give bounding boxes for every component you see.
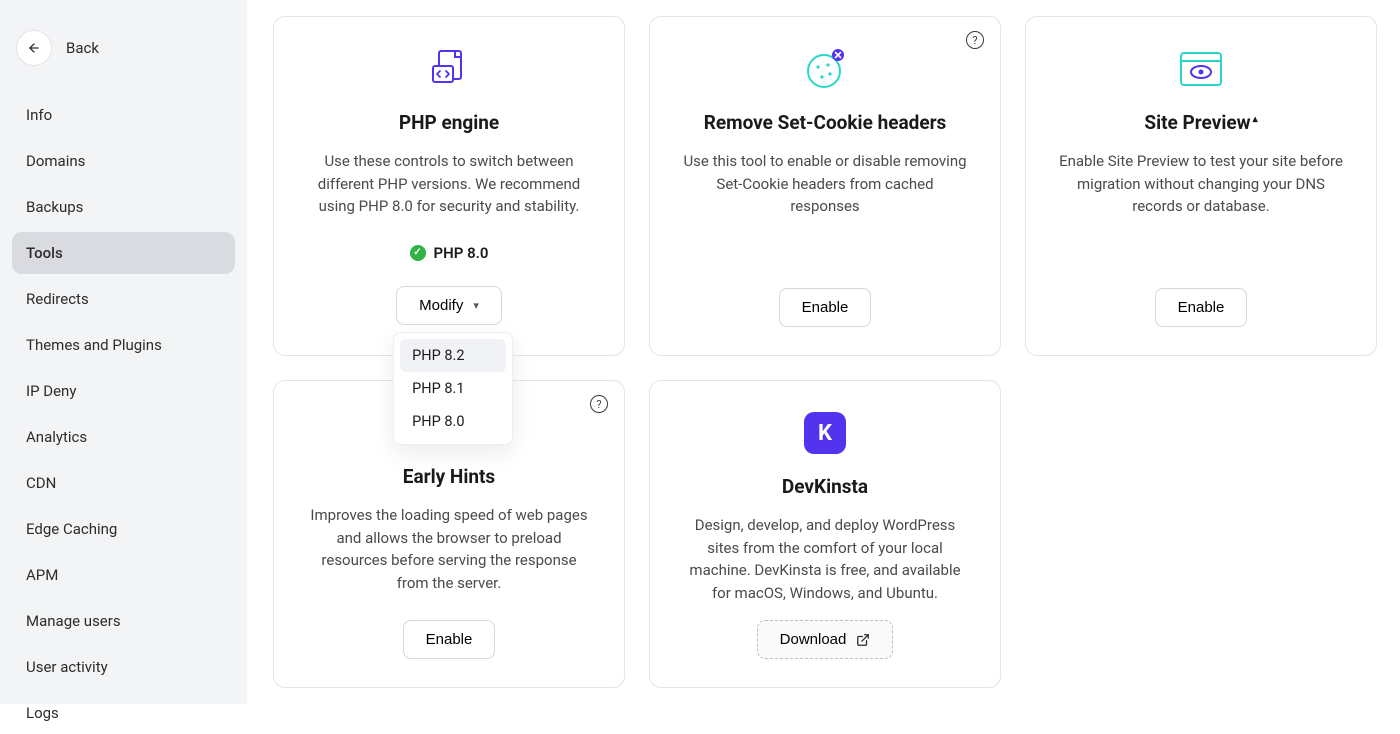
enable-button[interactable]: Enable <box>779 288 872 327</box>
dropdown-item-php-8-1[interactable]: PHP 8.1 <box>400 372 506 405</box>
card-devkinsta: K DevKinsta Design, develop, and deploy … <box>649 380 1001 688</box>
devkinsta-logo: K <box>804 411 846 455</box>
external-link-icon <box>856 633 870 647</box>
download-button-label: Download <box>780 631 847 648</box>
cookie-remove-icon <box>804 47 846 91</box>
help-icon[interactable]: ? <box>966 31 984 49</box>
download-button[interactable]: Download <box>757 620 894 659</box>
content: PHP engine Use these controls to switch … <box>247 0 1400 704</box>
card-php-engine: PHP engine Use these controls to switch … <box>273 16 625 356</box>
sidebar-item-tools[interactable]: Tools <box>12 232 235 274</box>
card-desc: Design, develop, and deploy WordPress si… <box>680 514 970 604</box>
sidebar-item-domains[interactable]: Domains <box>12 140 235 182</box>
dropdown-item-php-8-0[interactable]: PHP 8.0 <box>400 405 506 438</box>
card-site-preview: Site Preview▴ Enable Site Preview to tes… <box>1025 16 1377 356</box>
sidebar-item-info[interactable]: Info <box>12 94 235 136</box>
sidebar-item-edge-caching[interactable]: Edge Caching <box>12 508 235 550</box>
preview-eye-icon <box>1179 47 1223 91</box>
sidebar-item-apm[interactable]: APM <box>12 554 235 596</box>
sidebar-item-manage-users[interactable]: Manage users <box>12 600 235 642</box>
card-title: DevKinsta <box>782 475 868 498</box>
sidebar-item-redirects[interactable]: Redirects <box>12 278 235 320</box>
help-icon[interactable]: ? <box>590 395 608 413</box>
back-button[interactable] <box>16 30 52 66</box>
enable-button[interactable]: Enable <box>403 620 496 659</box>
card-desc: Use this tool to enable or disable remov… <box>680 150 970 218</box>
arrow-left-icon <box>27 41 41 55</box>
card-title: Early Hints <box>403 465 495 488</box>
php-version-dropdown: PHP 8.2 PHP 8.1 PHP 8.0 <box>393 332 513 445</box>
modify-button-label: Modify <box>419 297 463 314</box>
card-title: Site Preview▴ <box>1144 111 1257 134</box>
cards-grid: PHP engine Use these controls to switch … <box>273 16 1374 688</box>
modify-button[interactable]: Modify ▾ <box>396 286 502 325</box>
php-status-label: PHP 8.0 <box>434 244 489 262</box>
sidebar-item-user-activity[interactable]: User activity <box>12 646 235 688</box>
card-desc: Use these controls to switch between dif… <box>304 150 594 218</box>
back-row: Back <box>12 30 235 84</box>
nav: InfoDomainsBackupsToolsRedirectsThemes a… <box>12 94 235 734</box>
sidebar: Back InfoDomainsBackupsToolsRedirectsThe… <box>0 0 247 704</box>
php-status: ✓ PHP 8.0 <box>410 244 489 262</box>
sidebar-item-analytics[interactable]: Analytics <box>12 416 235 458</box>
card-remove-cookie: ? Remove Set-Cookie headers Use this too… <box>649 16 1001 356</box>
card-title: Remove Set-Cookie headers <box>704 111 947 134</box>
enable-button[interactable]: Enable <box>1155 288 1248 327</box>
card-desc: Enable Site Preview to test your site be… <box>1056 150 1346 218</box>
card-title: PHP engine <box>399 111 499 134</box>
back-label: Back <box>66 39 99 57</box>
sidebar-item-logs[interactable]: Logs <box>12 692 235 734</box>
sidebar-item-themes-and-plugins[interactable]: Themes and Plugins <box>12 324 235 366</box>
check-circle-icon: ✓ <box>410 245 426 261</box>
dropdown-item-php-8-2[interactable]: PHP 8.2 <box>400 339 506 372</box>
code-file-icon <box>432 47 466 91</box>
chevron-down-icon: ▾ <box>473 299 479 312</box>
modify-dropdown-wrap: Modify ▾ PHP 8.2 PHP 8.1 PHP 8.0 <box>396 286 502 325</box>
sidebar-item-backups[interactable]: Backups <box>12 186 235 228</box>
sidebar-item-ip-deny[interactable]: IP Deny <box>12 370 235 412</box>
card-desc: Improves the loading speed of web pages … <box>304 504 594 594</box>
sidebar-item-cdn[interactable]: CDN <box>12 462 235 504</box>
